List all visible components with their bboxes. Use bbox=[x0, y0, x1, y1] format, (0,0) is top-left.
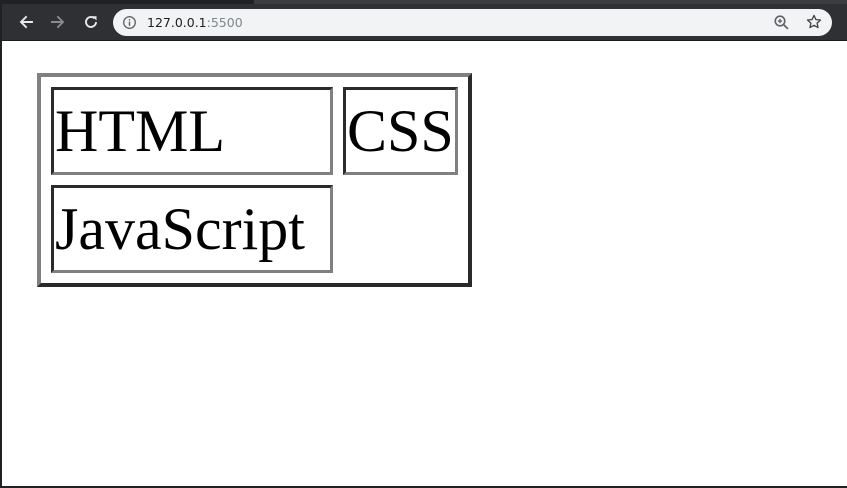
tab-strip-background bbox=[254, 0, 847, 4]
table-cell-css: CSS bbox=[343, 87, 458, 175]
page-content: HTML CSS JavaScript bbox=[4, 41, 847, 486]
zoom-in-icon[interactable] bbox=[773, 14, 790, 31]
url-port: :5500 bbox=[206, 15, 243, 30]
table-cell-html: HTML bbox=[51, 87, 333, 175]
table-row: JavaScript bbox=[51, 185, 458, 273]
back-button[interactable] bbox=[13, 9, 39, 35]
info-icon[interactable] bbox=[122, 15, 137, 30]
forward-button[interactable] bbox=[45, 9, 71, 35]
table-row: HTML CSS bbox=[51, 87, 458, 175]
arrow-left-icon bbox=[19, 15, 33, 29]
content-table: HTML CSS JavaScript bbox=[37, 73, 472, 287]
browser-window: 127.0.0.1:5500 HTML CSS JavaScript bbox=[0, 0, 847, 488]
reload-button[interactable] bbox=[78, 9, 104, 35]
url-host: 127.0.0.1 bbox=[147, 15, 207, 30]
url-text[interactable]: 127.0.0.1:5500 bbox=[147, 14, 243, 31]
reload-icon bbox=[85, 16, 97, 28]
tab-strip bbox=[2, 0, 847, 4]
star-icon[interactable] bbox=[805, 13, 823, 31]
browser-toolbar: 127.0.0.1:5500 bbox=[2, 0, 847, 41]
table-cell-javascript: JavaScript bbox=[51, 185, 333, 273]
arrow-right-icon bbox=[51, 15, 65, 29]
address-bar[interactable]: 127.0.0.1:5500 bbox=[113, 9, 832, 36]
table-cell-empty bbox=[343, 185, 458, 273]
